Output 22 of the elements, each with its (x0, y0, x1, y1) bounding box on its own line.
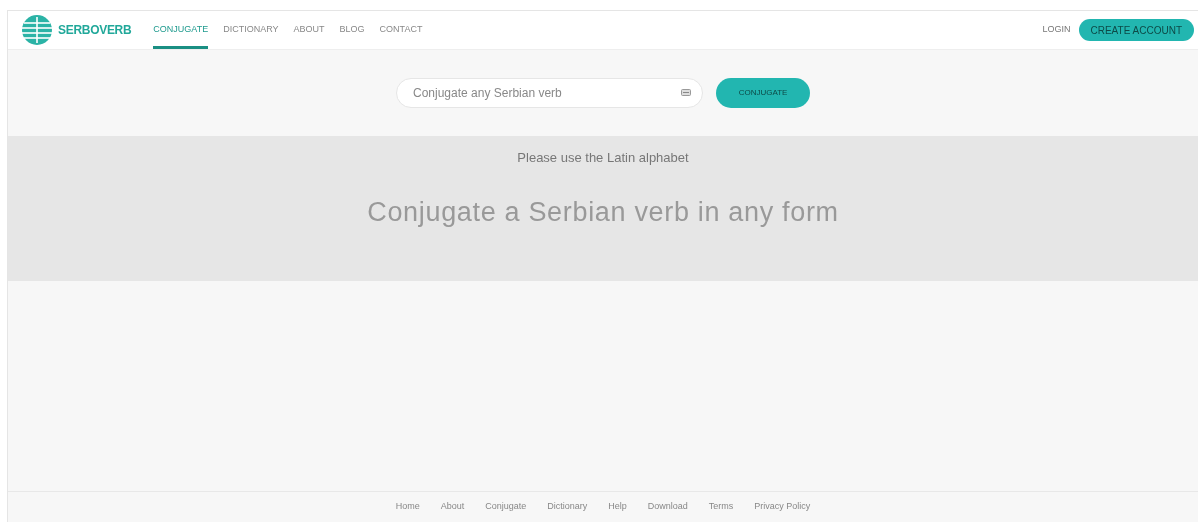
footer-link[interactable]: Conjugate (485, 500, 527, 514)
footer-link[interactable]: Help (608, 500, 627, 514)
logo-icon[interactable] (20, 14, 54, 46)
footer-link[interactable]: Dictionary (547, 500, 588, 514)
hint-text: Please use the Latin alphabet (517, 149, 689, 167)
login-link[interactable]: LOGIN (1042, 23, 1071, 37)
headline: Conjugate a Serbian verb in any form (367, 195, 839, 229)
nav-tab[interactable]: CONJUGATE (153, 11, 209, 49)
footer-link[interactable]: Home (395, 500, 420, 514)
conjugate-button[interactable]: CONJUGATE (716, 78, 810, 108)
keyboard-icon[interactable] (681, 89, 691, 96)
footer-link[interactable]: Download (647, 500, 688, 514)
footer-link[interactable]: Terms (708, 500, 734, 514)
search-field[interactable]: Conjugate any Serbian verb (396, 78, 703, 108)
create-account-button[interactable]: CREATE ACCOUNT (1078, 19, 1194, 41)
nav-tab[interactable]: CONTACT (379, 11, 423, 49)
brand-link[interactable]: SERBOVERB (58, 21, 132, 39)
nav-tab[interactable]: ABOUT (293, 11, 325, 49)
footer-link[interactable]: Privacy Policy (754, 500, 811, 514)
nav-tab[interactable]: BLOG (339, 11, 365, 49)
footer-link[interactable]: About (440, 500, 465, 514)
nav-tab[interactable]: DICTIONARY (223, 11, 279, 49)
